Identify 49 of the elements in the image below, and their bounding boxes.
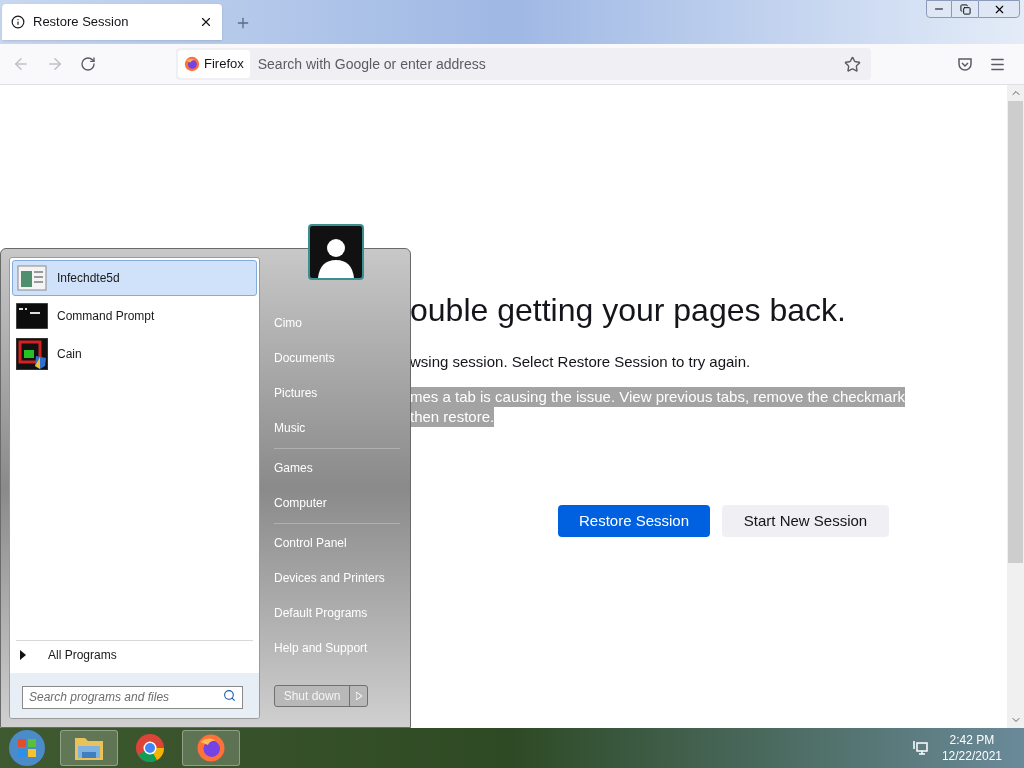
page-text: mes a tab is causing the issue. View previous tabs, remove the checkmark — [410, 387, 905, 407]
browser-tab[interactable]: Restore Session — [2, 4, 222, 40]
start-new-session-button[interactable]: Start New Session — [722, 505, 889, 537]
start-menu-link[interactable]: Music — [274, 411, 400, 446]
arrow-icon — [355, 692, 362, 700]
all-programs-item[interactable]: All Programs — [12, 641, 257, 669]
user-avatar[interactable] — [308, 224, 364, 280]
address-input[interactable]: Search with Google or enter address — [257, 53, 844, 75]
start-menu-link[interactable]: Computer — [274, 486, 400, 521]
restore-session-button[interactable]: Restore Session — [558, 505, 710, 537]
search-icon[interactable] — [223, 689, 236, 702]
start-menu-link[interactable]: Cimo — [274, 306, 400, 341]
restore-button[interactable] — [952, 0, 978, 18]
search-field[interactable]: Search programs and files — [22, 685, 243, 709]
identity-box[interactable]: Firefox — [178, 50, 250, 78]
page-heading: ouble getting your pages back. — [410, 291, 847, 330]
firefox-icon — [184, 56, 200, 72]
pocket-icon[interactable] — [957, 56, 973, 72]
program-item[interactable]: Command Prompt — [12, 298, 257, 334]
page-text: then restore. — [410, 407, 495, 427]
program-item[interactable]: Cain — [12, 336, 257, 372]
firefox-icon — [196, 733, 226, 763]
reload-icon[interactable] — [80, 56, 96, 72]
network-icon[interactable] — [911, 740, 928, 756]
chrome-icon — [135, 733, 165, 763]
close-icon[interactable] — [199, 15, 213, 29]
page-text: wsing session. Select Restore Session to try again. — [410, 352, 751, 372]
start-menu-link[interactable]: Documents — [274, 341, 400, 376]
start-menu-link[interactable]: Control Panel — [274, 526, 400, 561]
restore-icon — [959, 3, 971, 15]
start-menu-link[interactable]: Devices and Printers — [274, 561, 400, 596]
info-icon — [11, 15, 25, 29]
address-bar[interactable]: Firefox Search with Google or enter address — [176, 48, 871, 80]
taskbar-button[interactable] — [182, 730, 240, 766]
taskbar-button[interactable] — [60, 730, 118, 766]
bookmark-star-icon[interactable] — [844, 55, 861, 73]
minimize-button[interactable] — [926, 0, 952, 18]
cain-icon — [16, 338, 48, 370]
start-menu-link[interactable]: Pictures — [274, 376, 400, 411]
start-button[interactable] — [8, 729, 46, 767]
program-item[interactable]: Infechdte5d — [12, 260, 257, 296]
console-icon — [16, 303, 48, 329]
clock-date[interactable]: 12/22/2021 — [941, 748, 1002, 764]
triangle-icon — [20, 650, 26, 660]
start-menu-link[interactable]: Default Programs — [274, 596, 400, 631]
clock-time[interactable]: 2:42 PM — [949, 732, 995, 748]
document-icon — [17, 265, 47, 291]
start-menu-link[interactable]: Games — [274, 451, 400, 486]
close-button[interactable] — [978, 0, 1020, 18]
